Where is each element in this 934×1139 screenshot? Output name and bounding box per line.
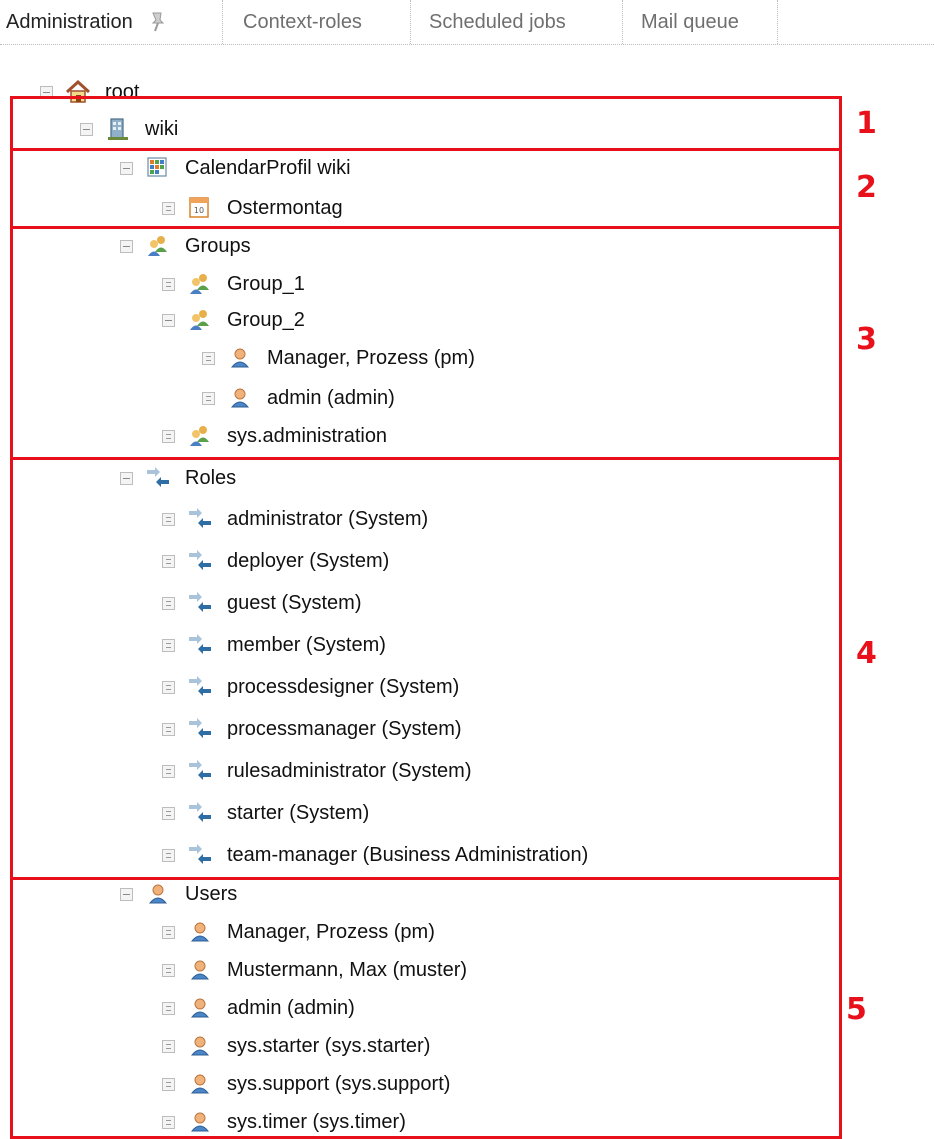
tab-label: Administration: [6, 10, 133, 33]
annotation-number: 2: [856, 170, 877, 205]
tab-label: Context-roles: [243, 10, 362, 33]
tab-context-roles[interactable]: Context-roles: [222, 0, 406, 44]
tab-divider: [0, 44, 934, 45]
tab-label: Scheduled jobs: [429, 10, 566, 33]
annotation-number: 1: [856, 106, 877, 141]
annotation-number: 4: [856, 636, 877, 671]
tab-label: Mail queue: [641, 10, 739, 33]
tab-scheduled-jobs[interactable]: Scheduled jobs: [410, 0, 618, 44]
tab-bar: Administration Context-roles Scheduled j…: [0, 0, 934, 46]
annotation-box: [10, 457, 842, 880]
pin-icon[interactable]: [149, 11, 167, 33]
annotation-box: [10, 877, 842, 1139]
tab-administration[interactable]: Administration: [0, 0, 218, 44]
annotation-number: 3: [856, 322, 877, 357]
annotation-box: [10, 96, 842, 151]
annotation-box: [10, 226, 842, 460]
tab-mail-queue[interactable]: Mail queue: [622, 0, 778, 44]
annotation-number: 5: [846, 992, 867, 1027]
annotation-box: [10, 148, 842, 229]
